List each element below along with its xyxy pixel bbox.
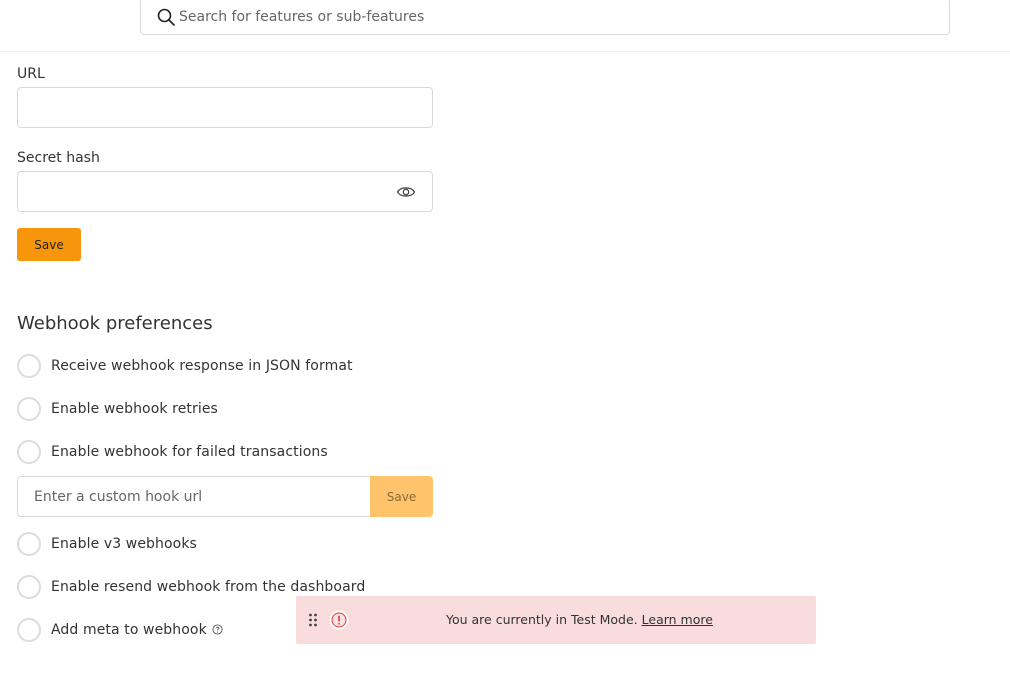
radio-button[interactable] (17, 397, 41, 421)
pref-webhook-retries[interactable]: Enable webhook retries (17, 397, 218, 421)
secret-hash-label: Secret hash (17, 150, 100, 166)
custom-hook-input[interactable] (17, 476, 370, 517)
radio-button[interactable] (17, 532, 41, 556)
pref-v3-webhooks[interactable]: Enable v3 webhooks (17, 532, 197, 556)
eye-icon[interactable] (396, 183, 416, 201)
save-button[interactable]: Save (17, 228, 81, 261)
secret-hash-field[interactable] (17, 171, 433, 212)
custom-hook-row: Save (17, 476, 433, 517)
toast-message-wrap: You are currently in Test Mode. Learn mor… (446, 612, 713, 627)
pref-label: Enable webhook retries (51, 401, 218, 417)
search-icon (157, 8, 175, 26)
custom-hook-save-button[interactable]: Save (370, 476, 433, 517)
radio-button[interactable] (17, 618, 41, 642)
alert-icon (329, 610, 349, 630)
pref-label-text: Add meta to webhook (51, 622, 207, 638)
radio-button[interactable] (17, 575, 41, 599)
pref-json-format[interactable]: Receive webhook response in JSON format (17, 354, 353, 378)
webhook-preferences-title: Webhook preferences (17, 313, 213, 334)
pref-add-meta[interactable]: Add meta to webhook (17, 618, 223, 642)
help-icon[interactable] (212, 624, 223, 635)
url-field[interactable] (17, 87, 433, 128)
url-input[interactable] (18, 88, 432, 127)
learn-more-link[interactable]: Learn more (642, 612, 713, 627)
toast-message: You are currently in Test Mode. (446, 612, 638, 627)
search-bar[interactable] (140, 0, 950, 35)
radio-button[interactable] (17, 354, 41, 378)
top-bar (0, 0, 1010, 52)
pref-label: Receive webhook response in JSON format (51, 358, 353, 374)
drag-handle-icon[interactable] (308, 613, 318, 627)
url-label: URL (17, 66, 45, 82)
pref-label: Enable v3 webhooks (51, 536, 197, 552)
pref-label: Enable resend webhook from the dashboard (51, 579, 366, 595)
search-input[interactable] (179, 8, 879, 25)
pref-label: Add meta to webhook (51, 622, 223, 638)
radio-button[interactable] (17, 440, 41, 464)
test-mode-toast: You are currently in Test Mode. Learn mor… (296, 596, 816, 644)
pref-failed-transactions[interactable]: Enable webhook for failed transactions (17, 440, 328, 464)
pref-label: Enable webhook for failed transactions (51, 444, 328, 460)
secret-hash-input[interactable] (18, 172, 432, 211)
